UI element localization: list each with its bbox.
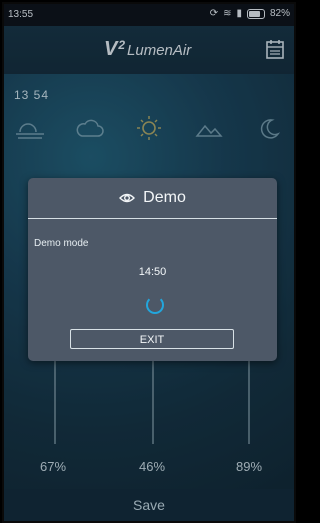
- eye-icon: [119, 193, 136, 203]
- phone-screen: 13:55 ⟳ ≋ ▮ 82% V2 LumenAir 13 54 67% 46…: [2, 2, 296, 523]
- dialog-divider: [28, 218, 277, 219]
- loading-spinner-icon: [146, 296, 164, 314]
- demo-time: 14:50: [138, 266, 167, 278]
- exit-button[interactable]: EXIT: [70, 329, 234, 349]
- demo-mode-label: Demo mode: [34, 238, 89, 249]
- demo-dialog: Demo Demo mode 14:50 EXIT: [28, 178, 277, 361]
- dialog-title-text: Demo: [143, 189, 186, 206]
- dialog-title: Demo: [28, 178, 277, 218]
